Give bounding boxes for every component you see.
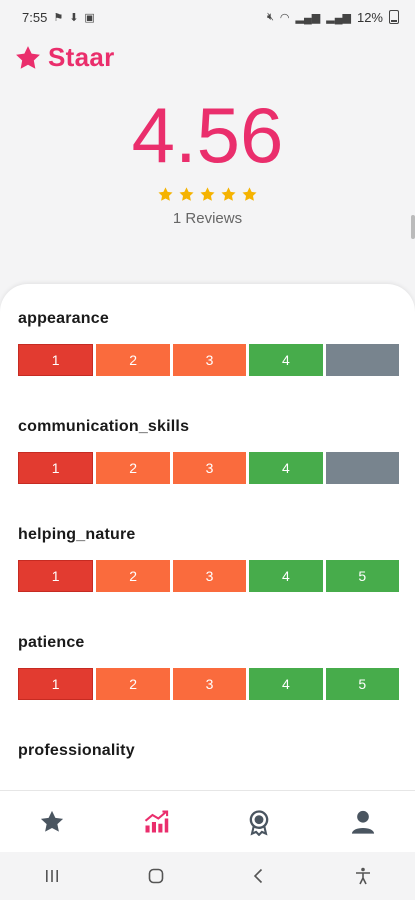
status-bar: 7:55 ⚑ ⬇ ▣ 🔇︎ ◠ ▂▄▆ ▂▄▆ 12% — [0, 0, 415, 34]
scale-segment-1: 1 — [18, 668, 94, 700]
rating-scale: 1234 — [18, 344, 400, 376]
scale-segment-4: 4 — [249, 452, 323, 484]
app-header: Staar — [14, 42, 115, 73]
award-icon — [250, 810, 269, 836]
rating-scale: 12345 — [18, 560, 400, 592]
scale-segment-5 — [325, 452, 400, 484]
back-button[interactable] — [239, 856, 279, 896]
scale-segment-5: 5 — [325, 668, 400, 700]
criterion-communication-skills: communication_skills 1234 — [18, 418, 400, 484]
home-icon — [148, 868, 163, 884]
nav-item-ratings[interactable] — [22, 797, 82, 847]
scale-segment-2: 2 — [96, 560, 170, 592]
status-time: 7:55 — [22, 9, 48, 25]
rating-star-icon — [200, 187, 215, 201]
scale-segment-4: 4 — [249, 668, 323, 700]
rating-stars — [0, 186, 415, 203]
scale-segment-2: 2 — [96, 668, 170, 700]
criterion-patience: patience 12345 — [18, 634, 400, 700]
bottom-nav — [0, 790, 415, 853]
rating-star-icon — [242, 187, 257, 201]
reviews-count: 1 Reviews — [172, 210, 243, 227]
criterion-professionality: professionality — [18, 742, 399, 776]
scale-segment-3: 3 — [172, 452, 247, 484]
scale-segment-1: 1 — [18, 344, 94, 376]
battery-icon — [389, 10, 399, 24]
average-rating: 4.56 — [131, 91, 284, 179]
recent-apps-button[interactable] — [32, 856, 72, 896]
app-title: Staar — [48, 42, 115, 72]
scale-segment-4: 4 — [249, 560, 323, 592]
signal-icon: ▂▄▆ — [295, 11, 321, 24]
home-button[interactable] — [136, 856, 176, 896]
download-icon: ⬇ — [69, 11, 79, 24]
scale-segment-4: 4 — [249, 344, 323, 376]
notification-icon: ⚑ — [53, 11, 64, 24]
user-icon — [352, 810, 375, 834]
nav-item-statistics[interactable] — [126, 797, 186, 847]
scale-segment-2: 2 — [96, 344, 170, 376]
message-icon: ▣ — [84, 11, 95, 24]
scale-segment-3: 3 — [172, 344, 247, 376]
star-icon — [40, 810, 63, 832]
criterion-label: patience — [18, 634, 85, 651]
criterion-label: appearance — [18, 310, 109, 327]
rating-scale: 1234 — [18, 452, 400, 484]
criteria-card: appearance 1234 communication_skills 123… — [0, 284, 415, 790]
system-navigation-bar — [0, 852, 415, 900]
criterion-label: communication_skills — [18, 418, 190, 435]
signal-2-icon: ▂▄▆ — [326, 11, 351, 24]
criterion-appearance: appearance 1234 — [18, 310, 400, 376]
scrollbar[interactable] — [411, 215, 415, 239]
mute-icon: 🔇︎ — [266, 10, 274, 23]
criterion-label: professionality — [18, 742, 135, 759]
scale-segment-1: 1 — [18, 452, 94, 484]
scale-segment-5 — [325, 344, 400, 376]
criterion-helping-nature: helping_nature 12345 — [18, 526, 400, 592]
criterion-label: helping_nature — [18, 526, 136, 543]
wifi-icon: ◠ — [279, 11, 290, 24]
accessibility-button[interactable] — [343, 856, 383, 896]
nav-item-profile[interactable] — [333, 797, 393, 847]
scale-segment-3: 3 — [172, 560, 247, 592]
rating-star-icon — [221, 187, 236, 201]
rating-scale: 12345 — [18, 668, 400, 700]
rating-star-icon — [158, 187, 173, 201]
battery-percent: 12% — [356, 9, 383, 25]
rating-star-icon — [179, 187, 194, 201]
star-logo-icon — [16, 45, 40, 69]
scale-segment-3: 3 — [172, 668, 247, 700]
nav-item-awards[interactable] — [229, 797, 289, 847]
scale-segment-5: 5 — [325, 560, 400, 592]
scale-segment-1: 1 — [18, 560, 94, 592]
accessibility-icon — [356, 867, 371, 885]
recent-apps-icon — [45, 870, 58, 882]
back-icon — [254, 868, 263, 884]
chart-icon — [144, 810, 168, 833]
scale-segment-2: 2 — [96, 452, 170, 484]
